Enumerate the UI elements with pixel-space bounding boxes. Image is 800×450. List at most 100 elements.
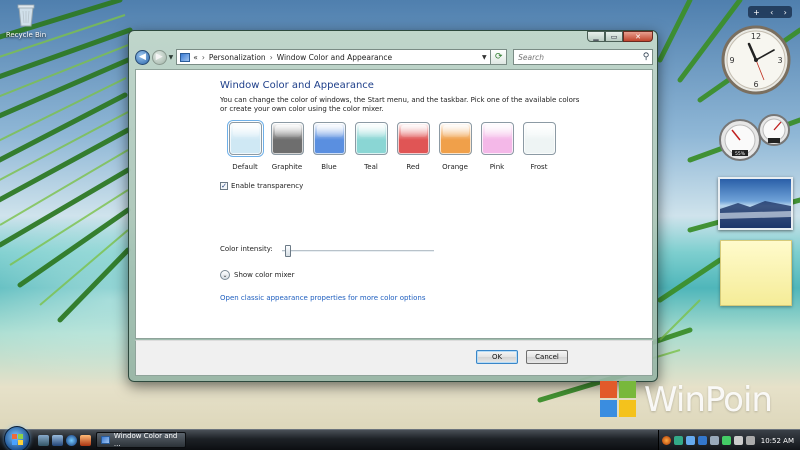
- start-button[interactable]: [4, 426, 30, 450]
- color-swatch-label: Red: [406, 163, 420, 171]
- color-mixer-toggle[interactable]: ⌄ Show color mixer: [220, 270, 294, 280]
- forward-button[interactable]: ▶: [151, 49, 167, 65]
- chevron-right-icon[interactable]: ›: [784, 8, 787, 17]
- page-description: You can change the color of windows, the…: [220, 96, 580, 113]
- color-swatch-label: Default: [232, 163, 258, 171]
- search-input[interactable]: [518, 52, 640, 62]
- color-swatch-tile[interactable]: [480, 122, 514, 155]
- close-button[interactable]: ✕: [623, 31, 653, 42]
- battery-icon[interactable]: [733, 436, 743, 445]
- add-gadget-icon[interactable]: +: [753, 8, 760, 17]
- windows-logo-icon: [12, 434, 24, 446]
- color-swatch-graphite[interactable]: Graphite: [266, 122, 308, 171]
- color-swatch-orange[interactable]: Orange: [434, 122, 476, 171]
- monitor-icon[interactable]: [709, 436, 719, 445]
- network-icon[interactable]: [685, 436, 695, 445]
- svg-text:6: 6: [753, 80, 758, 89]
- color-swatch-label: Graphite: [271, 163, 303, 171]
- breadcrumb-separator: ›: [269, 52, 273, 62]
- bluetooth-icon[interactable]: [697, 436, 707, 445]
- arrow-right-icon: ▶: [155, 52, 163, 62]
- breadcrumb-personalization[interactable]: Personalization: [209, 53, 266, 62]
- color-swatch-frost[interactable]: Frost: [518, 122, 560, 171]
- taskbar: Window Color and ... 10:52 AM: [0, 426, 800, 450]
- switch-windows-icon[interactable]: [52, 435, 63, 446]
- maximize-button[interactable]: ▭: [605, 31, 623, 42]
- transparency-option[interactable]: ✓ Enable transparency: [220, 182, 303, 190]
- chevron-left-icon[interactable]: ‹: [770, 8, 773, 17]
- color-swatch-tile[interactable]: [522, 122, 556, 155]
- sidebar-controls: + ‹ ›: [748, 6, 792, 18]
- back-button[interactable]: ◀: [135, 49, 150, 65]
- color-swatch-tile[interactable]: [312, 122, 346, 155]
- color-swatch-teal[interactable]: Teal: [350, 122, 392, 171]
- chat-icon[interactable]: [721, 436, 731, 445]
- shield-icon[interactable]: [673, 436, 683, 445]
- clock-time[interactable]: 10:52 AM: [761, 437, 794, 445]
- notes-gadget[interactable]: [720, 240, 792, 306]
- svg-text:12: 12: [751, 32, 761, 41]
- ok-button[interactable]: OK: [476, 350, 518, 364]
- color-swatch-tile[interactable]: [270, 122, 304, 155]
- watermark-text: WinPoin: [644, 380, 773, 420]
- media-player-icon[interactable]: [80, 435, 91, 446]
- caption-buttons: ▁ ▭ ✕: [587, 31, 653, 42]
- search-icon[interactable]: ⚲: [640, 52, 652, 62]
- color-swatch-red[interactable]: Red: [392, 122, 434, 171]
- recycle-bin-icon: [17, 4, 35, 27]
- chevron-down-icon[interactable]: ⌄: [220, 270, 230, 280]
- color-swatch-tile[interactable]: [396, 122, 430, 155]
- color-swatch-tile[interactable]: [226, 120, 264, 157]
- svg-text:9: 9: [729, 56, 734, 65]
- minimize-button[interactable]: ▁: [587, 31, 605, 42]
- color-swatch-tile[interactable]: [438, 122, 472, 155]
- show-desktop-icon[interactable]: [38, 435, 49, 446]
- color-swatch-label: Blue: [321, 163, 337, 171]
- intensity-label: Color intensity:: [220, 245, 273, 253]
- watermark: WinPoin: [600, 380, 773, 420]
- breadcrumb-prefix[interactable]: «: [193, 53, 198, 62]
- navigation-bar: ◀ ▶ ▼ « › Personalization › Window Color…: [135, 47, 653, 67]
- color-swatch-default[interactable]: Default: [224, 120, 266, 171]
- color-swatch-label: Frost: [530, 163, 548, 171]
- color-mixer-label[interactable]: Show color mixer: [234, 271, 294, 279]
- system-tray: 10:52 AM: [658, 430, 800, 450]
- page-title: Window Color and Appearance: [220, 80, 374, 91]
- intensity-slider-thumb[interactable]: [285, 245, 291, 257]
- slideshow-gadget[interactable]: [718, 177, 793, 230]
- search-box[interactable]: ⚲: [513, 49, 653, 65]
- dialog-footer: OK Cancel: [135, 340, 653, 376]
- refresh-button[interactable]: ⟳: [491, 49, 508, 65]
- address-bar[interactable]: « › Personalization › Window Color and A…: [176, 49, 492, 65]
- color-swatch-pink[interactable]: Pink: [476, 122, 518, 171]
- content-pane: Window Color and Appearance You can chan…: [135, 69, 653, 339]
- recycle-bin-shortcut[interactable]: Recycle Bin: [4, 3, 48, 39]
- color-swatch-label: Orange: [442, 163, 468, 171]
- color-swatch-blue[interactable]: Blue: [308, 122, 350, 171]
- internet-explorer-icon[interactable]: [66, 435, 77, 446]
- control-panel-icon: [101, 436, 110, 444]
- transparency-checkbox[interactable]: ✓: [220, 182, 228, 190]
- cancel-button[interactable]: Cancel: [526, 350, 568, 364]
- recycle-bin-label: Recycle Bin: [5, 31, 47, 39]
- clock-gadget[interactable]: 12 3 6 9: [720, 24, 792, 96]
- breadcrumb-separator: ›: [201, 52, 205, 62]
- transparency-label[interactable]: Enable transparency: [231, 182, 303, 190]
- color-swatch-label: Teal: [364, 163, 378, 171]
- color-swatch-tile[interactable]: [354, 122, 388, 155]
- windows-flag-icon: [600, 381, 638, 419]
- taskbar-window-label: Window Color and ...: [113, 432, 178, 448]
- intensity-slider[interactable]: [282, 245, 434, 257]
- recent-pages-dropdown[interactable]: ▼: [169, 54, 174, 61]
- classic-appearance-link[interactable]: Open classic appearance properties for m…: [220, 294, 425, 302]
- arrow-left-icon: ◀: [138, 52, 146, 62]
- firefox-icon[interactable]: [661, 436, 671, 445]
- address-dropdown-icon[interactable]: ▼: [478, 54, 490, 61]
- cpu-meter-gadget[interactable]: 55%: [718, 110, 794, 166]
- volume-icon[interactable]: [745, 436, 755, 445]
- breadcrumb-current[interactable]: Window Color and Appearance: [277, 53, 392, 62]
- svg-text:3: 3: [777, 56, 782, 65]
- control-panel-icon: [180, 52, 191, 62]
- taskbar-window-button[interactable]: Window Color and ...: [96, 432, 186, 448]
- refresh-icon: ⟳: [494, 52, 503, 62]
